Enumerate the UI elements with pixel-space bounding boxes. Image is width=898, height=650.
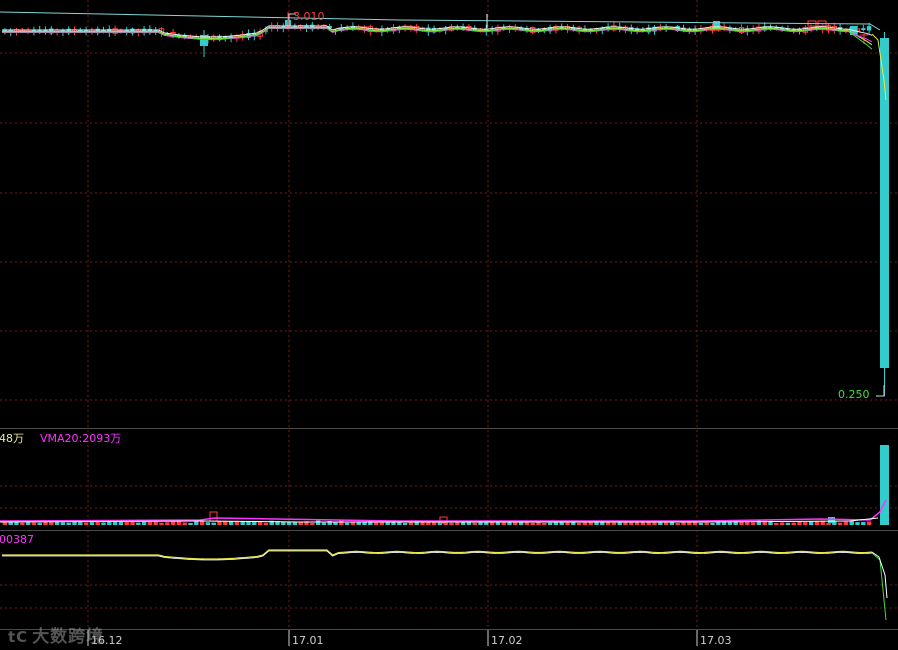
volume-bar <box>449 522 454 525</box>
candle-body <box>866 26 872 31</box>
volume-bar <box>547 522 553 525</box>
volume-bar <box>617 522 622 525</box>
volume-bar <box>83 522 89 525</box>
volume-bar <box>130 521 135 525</box>
volume-bar <box>855 522 860 525</box>
volume-bar <box>72 522 77 525</box>
volume-bar <box>484 522 489 525</box>
indicator-panel <box>2 549 888 621</box>
volume-bar <box>704 522 709 525</box>
volume-bar <box>43 521 48 525</box>
volume-bar <box>344 522 350 525</box>
volume-bar <box>837 522 843 525</box>
volume-bar <box>687 522 692 525</box>
volume-bar <box>124 521 129 525</box>
volume-bar <box>159 522 164 525</box>
volume-bar <box>385 522 390 525</box>
volume-bar <box>182 522 187 525</box>
volume-bar <box>228 521 234 525</box>
stock-chart: 3.0100.25048万 VMA20:2093万0038716.12 17.01 1… <box>0 0 898 647</box>
volume-bar <box>692 522 698 525</box>
volume-value-label: 48万 <box>0 432 24 445</box>
price-high-label: 3.010 <box>293 10 325 23</box>
volume-bar <box>698 522 704 525</box>
volume-bar <box>194 521 199 525</box>
price-low-label: 0.250 <box>838 388 870 401</box>
volume-bar <box>315 520 321 525</box>
volume-bar <box>507 522 512 525</box>
volume-bar <box>263 522 269 525</box>
volume-bar <box>426 522 431 525</box>
volume-bar <box>472 522 477 525</box>
volume-bar <box>141 521 147 525</box>
volume-bar <box>803 522 808 525</box>
volume-bar <box>60 522 66 525</box>
volume-bar <box>785 522 791 525</box>
volume-bar <box>362 522 367 525</box>
volume-bar <box>321 522 327 525</box>
x-axis-tick-label: 17.03 <box>700 634 732 647</box>
volume-bar <box>866 521 872 525</box>
volume-panel <box>0 445 889 525</box>
volume-bar <box>530 522 535 525</box>
indicator-drop-green <box>871 552 887 621</box>
volume-bar <box>339 520 344 525</box>
volume-bar <box>89 522 95 525</box>
volume-bar <box>350 522 356 525</box>
watermark-text: 大数跨境 <box>32 627 105 647</box>
volume-bar <box>391 522 396 525</box>
volume-bar <box>542 522 547 525</box>
volume-bar <box>205 522 211 525</box>
volume-bar <box>188 522 193 525</box>
volume-bar <box>246 521 251 525</box>
volume-bar <box>66 522 71 525</box>
volume-bar <box>675 522 680 525</box>
volume-bar <box>600 522 605 525</box>
volume-bar <box>779 522 785 525</box>
x-axis-tick-label: 17.02 <box>491 634 523 647</box>
x-axis-tick-label: 17.01 <box>292 634 324 647</box>
volume-bar <box>37 522 42 525</box>
volume-bar <box>826 522 831 525</box>
volume-bar <box>843 521 849 525</box>
indicator-drop-white <box>871 551 888 599</box>
volume-bar <box>217 521 222 525</box>
volume-bar <box>611 522 617 525</box>
volume-bar <box>373 522 379 525</box>
volume-bar <box>774 522 779 525</box>
price-panel <box>0 11 889 397</box>
volume-bar <box>623 522 628 525</box>
volume-bar <box>408 522 414 525</box>
volume-bar <box>101 522 106 525</box>
vma20-label: VMA20:2093万 <box>40 432 121 445</box>
volume-bar <box>209 511 218 522</box>
volume-bar <box>861 521 866 525</box>
volume-bar <box>791 522 796 525</box>
volume-bar <box>402 522 408 525</box>
volume-bar <box>170 521 176 525</box>
volume-bar <box>20 522 25 525</box>
volume-bar <box>176 521 182 525</box>
candle-body <box>861 28 866 31</box>
volume-bar <box>733 520 738 525</box>
volume-bar <box>576 522 582 525</box>
volume-bar <box>310 522 315 525</box>
chart-grid <box>0 0 898 630</box>
volume-bar <box>652 522 657 525</box>
volume-bar <box>165 522 170 525</box>
indicator-value-label: 00387 <box>0 533 34 546</box>
volume-bar <box>118 521 124 525</box>
volume-bar <box>478 522 483 525</box>
watermark: tC 大数跨境 <box>8 622 104 647</box>
vma-line <box>0 499 887 522</box>
low-marker <box>876 385 885 397</box>
volume-bar <box>211 522 216 525</box>
volume-bar <box>750 522 756 525</box>
volume-bar <box>710 522 715 525</box>
watermark-logo: tC <box>8 628 29 646</box>
volume-bar <box>31 522 37 525</box>
volume-bar-crash <box>880 445 889 525</box>
volume-bar <box>136 522 141 525</box>
indicator-line-yellow <box>2 549 873 560</box>
